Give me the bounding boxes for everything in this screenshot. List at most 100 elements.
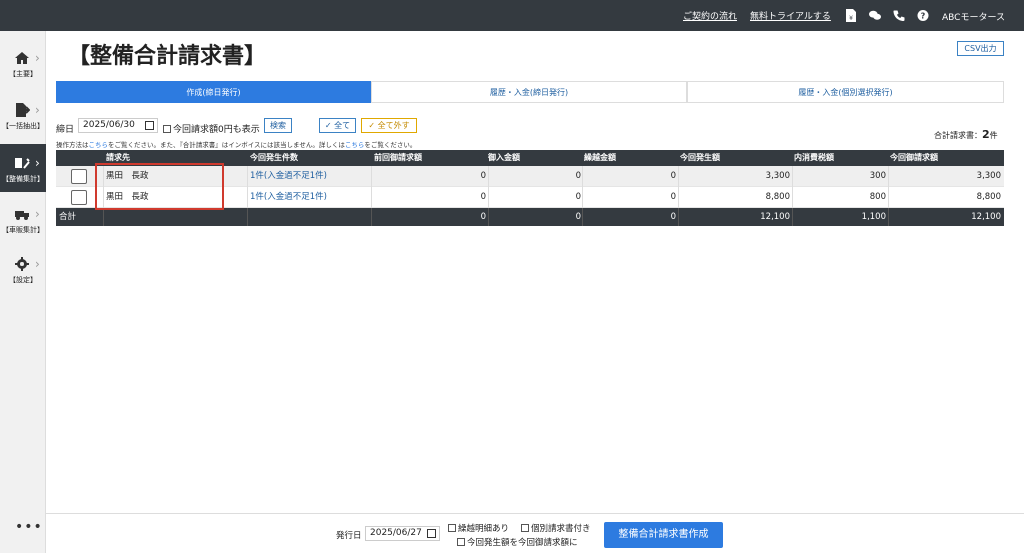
free-trial-link[interactable]: 無料トライアルする bbox=[750, 9, 831, 22]
col-header-count: 今回発生件数 bbox=[250, 153, 298, 162]
closing-date-value: 2025/06/30 bbox=[83, 120, 135, 130]
carry-detail-checkbox[interactable] bbox=[448, 524, 456, 532]
sidebar-item-bulk-extract[interactable]: › 【一括抽出】 bbox=[0, 91, 46, 139]
individual-invoice-label: 個別請求書付き bbox=[531, 524, 591, 534]
total-amount: 3,300 bbox=[976, 171, 1001, 181]
carry-amount: 0 bbox=[670, 171, 676, 181]
invoice-count-label: 合計請求書： bbox=[934, 131, 982, 140]
phone-icon[interactable] bbox=[893, 9, 905, 22]
calendar-icon[interactable] bbox=[427, 529, 436, 538]
current-amount: 3,300 bbox=[765, 171, 790, 181]
carry-amount: 0 bbox=[670, 192, 676, 202]
invoice-count: 合計請求書：2件 bbox=[934, 128, 998, 141]
chat-icon[interactable] bbox=[869, 9, 881, 22]
sidebar-item-label: 【設定】 bbox=[9, 276, 37, 284]
show-zero-label: 今回請求額0円も表示 bbox=[173, 125, 260, 135]
sidebar-item-car-sales[interactable]: › 【車販集計】 bbox=[0, 195, 46, 243]
current-amount: 8,800 bbox=[765, 192, 790, 202]
invoice-count-value: 2 bbox=[982, 128, 990, 141]
company-name[interactable]: ABCモータース bbox=[942, 10, 1005, 23]
sidebar-item-label: 【車販集計】 bbox=[2, 226, 44, 234]
count-link[interactable]: 1件(入金過不足1件) bbox=[250, 187, 327, 208]
sidebar-item-maintenance[interactable]: › 【整備集計】 bbox=[0, 144, 46, 192]
closing-date-label: 締日 bbox=[56, 125, 75, 135]
current-as-billing-label: 今回発生額を今回御請求額に bbox=[467, 538, 578, 548]
sidebar-item-label: 【一括抽出】 bbox=[2, 122, 44, 130]
paid-amount: 0 bbox=[575, 192, 581, 202]
issue-date-value: 2025/06/27 bbox=[370, 528, 422, 538]
issue-date-input[interactable]: 2025/06/27 bbox=[365, 526, 440, 541]
carry-detail-label: 繰越明細あり bbox=[458, 524, 510, 534]
contract-flow-link[interactable]: ご契約の流れ bbox=[683, 9, 737, 22]
prev-amount: 0 bbox=[480, 171, 486, 181]
tab-create-closing[interactable]: 作成(締日発行) bbox=[56, 81, 371, 103]
total-amount: 8,800 bbox=[976, 192, 1001, 202]
note-text: 操作方法は bbox=[56, 141, 89, 149]
footer-total: 12,100 bbox=[971, 212, 1001, 222]
carry-detail-option[interactable]: 繰越明細あり bbox=[448, 522, 509, 534]
calendar-icon[interactable] bbox=[145, 121, 154, 130]
issue-date-label: 発行日 bbox=[336, 531, 362, 541]
col-header-paid: 御入金額 bbox=[488, 153, 520, 162]
col-header-tax: 内消費税額 bbox=[794, 153, 834, 162]
tools-icon bbox=[15, 158, 30, 169]
document-yen-icon[interactable]: ¥ bbox=[845, 9, 857, 22]
sidebar: › 【主要】 › 【一括抽出】 › 【整備集計】 › 【車販集計】 › 【設定】… bbox=[0, 31, 46, 553]
svg-text:¥: ¥ bbox=[849, 15, 853, 22]
chevron-right-icon: › bbox=[35, 207, 40, 221]
individual-invoice-option[interactable]: 個別請求書付き bbox=[521, 522, 591, 534]
col-header-carry: 繰越金額 bbox=[584, 153, 616, 162]
svg-text:?: ? bbox=[921, 12, 926, 21]
page-title: 【整備合計請求書】 bbox=[68, 43, 267, 69]
row-checkbox[interactable] bbox=[71, 190, 87, 205]
col-header-total: 今回御請求額 bbox=[890, 153, 938, 162]
chevron-right-icon: › bbox=[35, 103, 40, 117]
sidebar-item-main[interactable]: › 【主要】 bbox=[0, 39, 46, 87]
top-bar: ご契約の流れ 無料トライアルする ¥ ? ABCモータース bbox=[0, 0, 1024, 31]
individual-invoice-checkbox[interactable] bbox=[521, 524, 529, 532]
col-header-prev: 前回御請求額 bbox=[374, 153, 422, 162]
tab-bar: 作成(締日発行) 履歴・入金(締日発行) 履歴・入金(個別選択発行) bbox=[56, 81, 1004, 103]
footer-tax: 1,100 bbox=[861, 212, 886, 222]
footer-total-label: 合計 bbox=[59, 212, 77, 222]
search-button[interactable]: 検索 bbox=[264, 118, 292, 133]
csv-export-button[interactable]: CSV出力 bbox=[957, 41, 1004, 56]
note-text: をご覧ください。 bbox=[364, 141, 417, 149]
sidebar-item-label: 【整備集計】 bbox=[2, 175, 44, 183]
footer-current: 12,100 bbox=[760, 212, 790, 222]
sidebar-item-settings[interactable]: › 【設定】 bbox=[0, 245, 46, 293]
tab-history-closing[interactable]: 履歴・入金(締日発行) bbox=[371, 81, 687, 103]
help-note: 操作方法はこちらをご覧ください。また、『合計請求書』はインボイスには該当しません… bbox=[56, 139, 416, 149]
current-as-billing-option[interactable]: 今回発生額を今回御請求額に bbox=[457, 536, 578, 548]
more-menu-icon[interactable]: ••• bbox=[15, 519, 43, 535]
bottom-bar: 発行日 2025/06/27 繰越明細あり 個別請求書付き 今回発生額を今回御請… bbox=[46, 513, 1024, 553]
chevron-right-icon: › bbox=[35, 257, 40, 271]
select-all-button[interactable]: ✓ 全て bbox=[319, 118, 356, 133]
col-header-current: 今回発生額 bbox=[680, 153, 720, 162]
show-zero-checkbox[interactable] bbox=[163, 125, 171, 133]
paid-amount: 0 bbox=[575, 171, 581, 181]
highlight-box bbox=[95, 163, 224, 210]
prev-amount: 0 bbox=[480, 192, 486, 202]
closing-date-input[interactable]: 2025/06/30 bbox=[78, 118, 158, 133]
home-icon bbox=[15, 52, 29, 64]
tab-history-individual[interactable]: 履歴・入金(個別選択発行) bbox=[687, 81, 1004, 103]
footer-carry: 0 bbox=[670, 212, 676, 222]
car-icon bbox=[15, 211, 29, 220]
invoice-count-unit: 件 bbox=[989, 131, 998, 140]
create-invoice-button[interactable]: 整備合計請求書作成 bbox=[604, 522, 723, 548]
chevron-right-icon: › bbox=[35, 156, 40, 170]
file-export-icon bbox=[16, 103, 30, 117]
chevron-right-icon: › bbox=[35, 51, 40, 65]
table-footer: 合計 0 0 0 12,100 1,100 12,100 bbox=[56, 208, 1004, 226]
current-as-billing-checkbox[interactable] bbox=[457, 538, 465, 546]
help-link[interactable]: こちら bbox=[89, 141, 109, 149]
show-zero-option[interactable]: 今回請求額0円も表示 bbox=[163, 122, 260, 135]
invoice-info-link[interactable]: こちら bbox=[345, 141, 365, 149]
count-link[interactable]: 1件(入金過不足1件) bbox=[250, 166, 327, 187]
deselect-all-button[interactable]: ✓ 全て外す bbox=[361, 118, 417, 133]
footer-paid: 0 bbox=[575, 212, 581, 222]
row-checkbox[interactable] bbox=[71, 169, 87, 184]
tax-amount: 800 bbox=[869, 192, 886, 202]
help-icon[interactable]: ? bbox=[917, 9, 929, 22]
